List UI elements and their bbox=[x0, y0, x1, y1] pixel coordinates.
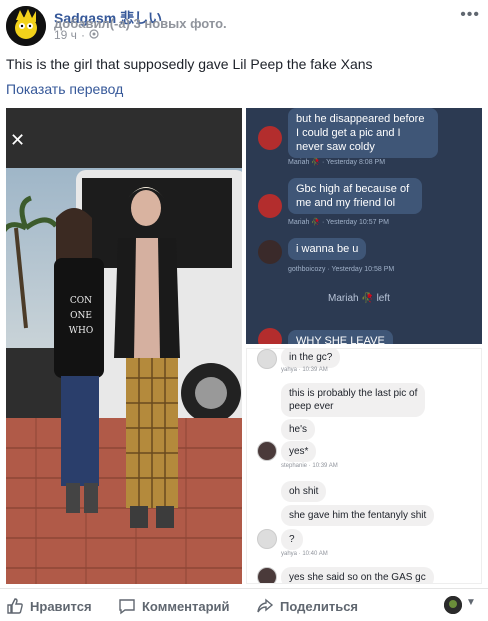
post-action-bar: Нравится Комментарий Поделиться ▼ bbox=[0, 588, 488, 621]
chat-bubble: she gave him the fentanyly shit bbox=[281, 505, 435, 526]
show-translation-link[interactable]: Показать перевод bbox=[6, 81, 123, 97]
svg-text:CON: CON bbox=[70, 296, 92, 306]
post-meta: 19 ч · bbox=[54, 28, 99, 42]
chat-avatar bbox=[257, 349, 277, 369]
reactor-avatar[interactable] bbox=[444, 596, 462, 614]
chat-bubble: ? bbox=[281, 529, 303, 550]
chat-avatar bbox=[258, 328, 282, 344]
chat-avatar bbox=[257, 441, 277, 461]
comment-icon bbox=[119, 599, 135, 615]
chat-bubble: this is probably the last pic of peep ev… bbox=[281, 383, 426, 417]
chat-avatar bbox=[257, 529, 277, 549]
chat-bubble: oh shit bbox=[281, 481, 327, 502]
chat-meta: gothboicozy · Yesterday 10:58 PM bbox=[288, 266, 395, 273]
like-button[interactable]: Нравится bbox=[6, 597, 92, 615]
post-text: This is the girl that supposedly gave Li… bbox=[6, 56, 373, 72]
chat-bubble: i wanna be u bbox=[288, 238, 367, 260]
chat-meta: yahya · 10:40 AM bbox=[281, 551, 328, 557]
author-avatar[interactable] bbox=[6, 6, 46, 46]
post-author-line: Sadgasm 悲しい добавил(-а) 3 новых фото. bbox=[54, 8, 227, 31]
chat-meta: Mariah 🥀 · Yesterday 10:57 PM bbox=[288, 219, 389, 226]
chat-avatar bbox=[257, 567, 277, 583]
share-button[interactable]: Поделиться bbox=[256, 597, 358, 615]
comment-button[interactable]: Комментарий bbox=[118, 597, 230, 615]
chat-avatar bbox=[258, 194, 282, 218]
close-icon[interactable]: ✕ bbox=[10, 130, 25, 151]
photo-main[interactable]: CON ONE WHO ✕ bbox=[6, 108, 242, 584]
svg-text:WHO: WHO bbox=[69, 326, 93, 336]
more-options-icon[interactable]: ••• bbox=[460, 6, 480, 24]
chat-bubble: but he disappeared before I could get a … bbox=[288, 108, 438, 158]
thumbs-up-icon bbox=[7, 598, 23, 614]
chat-avatar bbox=[258, 126, 282, 150]
chat-meta: stephanie · 10:39 AM bbox=[281, 463, 338, 469]
chat-bubble: he's bbox=[281, 419, 316, 440]
post-time[interactable]: 19 ч bbox=[54, 28, 77, 42]
chat-bubble: yes* bbox=[281, 441, 317, 462]
chat-bubble: yes she said so on the GAS gc bbox=[281, 567, 434, 583]
chat-bubble: in the gc? bbox=[281, 349, 341, 368]
privacy-icon[interactable] bbox=[89, 28, 99, 42]
photo-chat-light[interactable]: in the gc? yahya · 10:39 AM this is prob… bbox=[246, 348, 482, 584]
share-icon bbox=[257, 598, 274, 613]
chat-system-message: Mariah 🥀 left bbox=[328, 293, 390, 304]
chat-meta: yahya · 10:39 AM bbox=[281, 367, 328, 373]
chat-bubble: WHY SHE LEAVE bbox=[288, 330, 393, 344]
svg-text:ONE: ONE bbox=[70, 311, 92, 321]
chat-meta: Mariah 🥀 · Yesterday 8:08 PM bbox=[288, 159, 386, 166]
chevron-down-icon[interactable]: ▼ bbox=[466, 597, 476, 608]
chat-bubble: Gbc high af because of me and my friend … bbox=[288, 178, 422, 214]
chat-avatar bbox=[258, 240, 282, 264]
photo-chat-dark[interactable]: but he disappeared before I could get a … bbox=[246, 108, 482, 344]
